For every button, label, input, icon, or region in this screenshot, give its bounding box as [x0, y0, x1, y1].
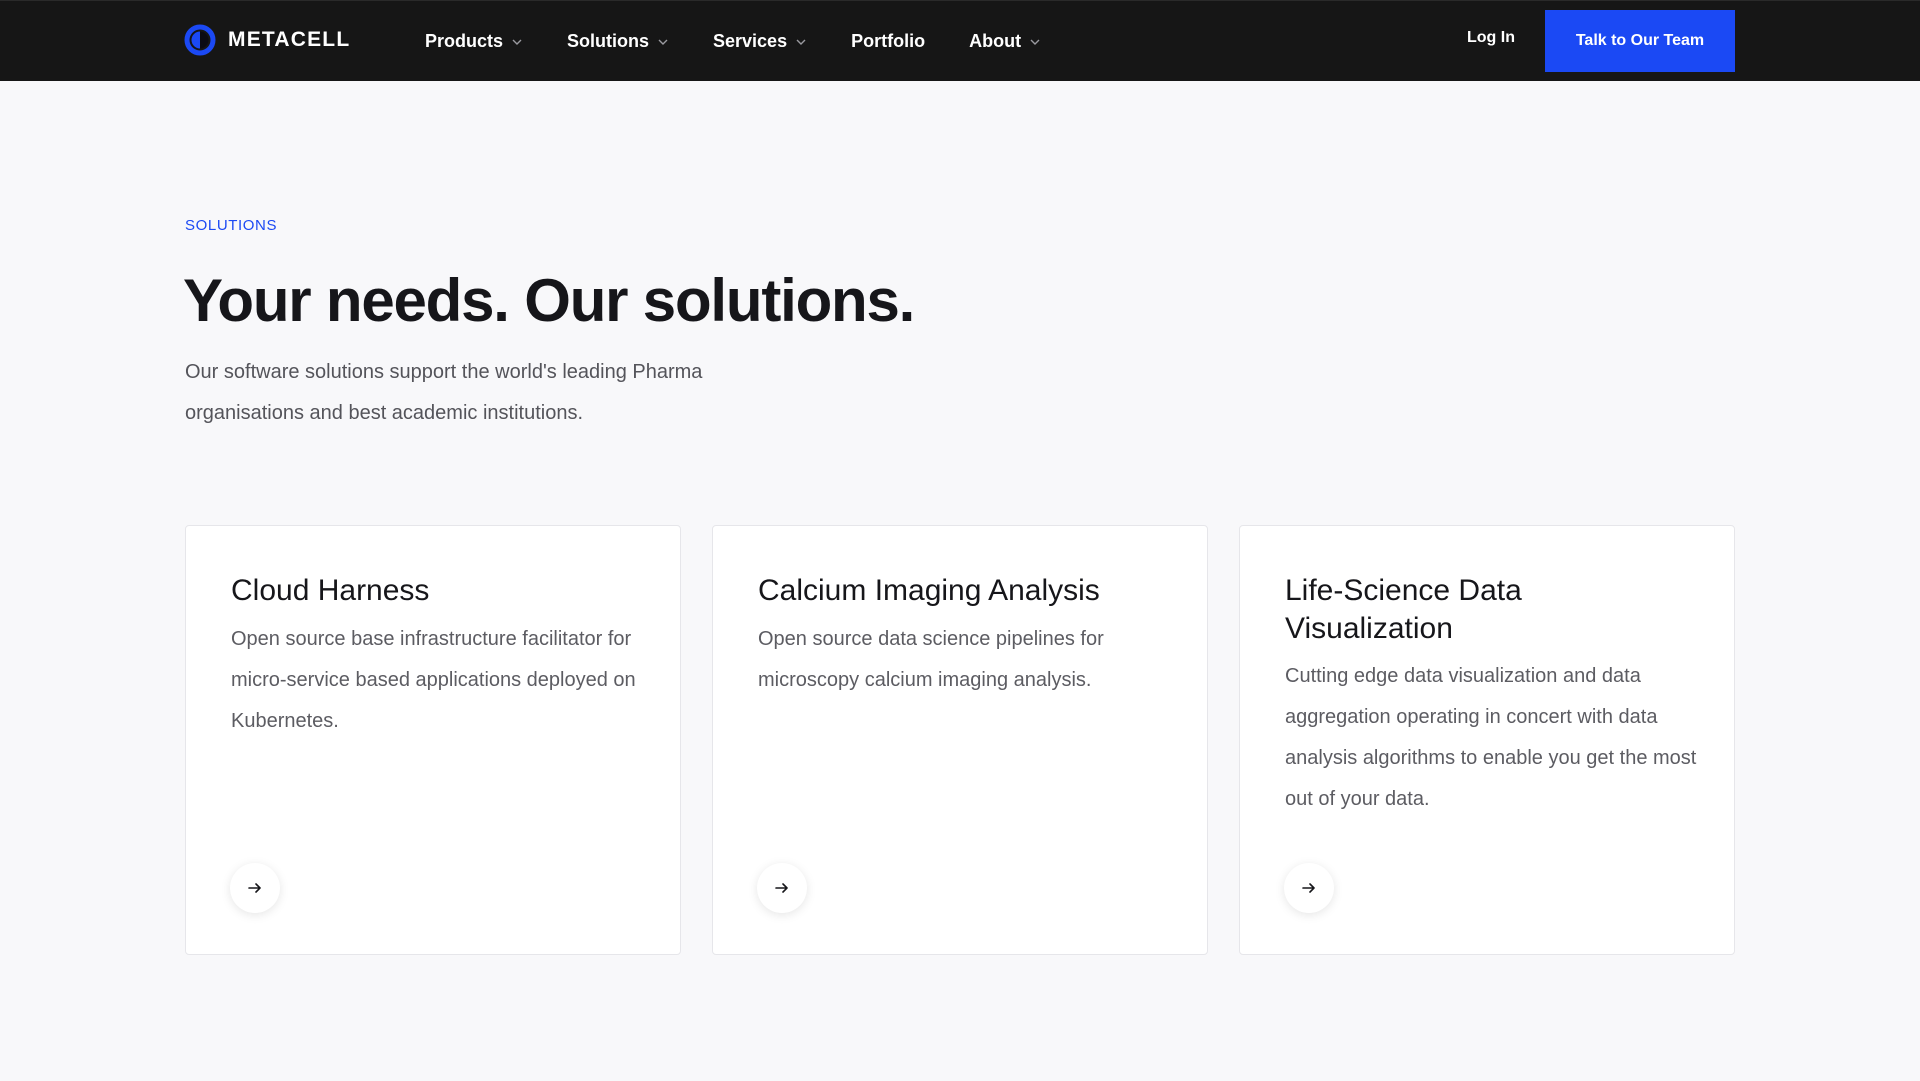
- chevron-down-icon: [796, 39, 806, 45]
- metacell-logo[interactable]: METACELL: [184, 23, 350, 57]
- card-description: Open source base infrastructure facilita…: [231, 628, 636, 732]
- nav-item-label: Products: [425, 31, 504, 51]
- arrow-right-icon: [248, 883, 261, 893]
- arrow-right-icon: [1302, 883, 1315, 893]
- login-link[interactable]: Log In: [1467, 29, 1515, 47]
- top-navigation-bar: METACELL Products Solutions Services Por…: [0, 0, 1920, 81]
- nav-item-about[interactable]: About: [969, 31, 1041, 52]
- chevron-down-icon: [658, 39, 668, 45]
- card-description: Open source data science pipelines for m…: [758, 628, 1104, 691]
- card-title: Life-Science Data Visualization: [1285, 574, 1522, 645]
- section-eyebrow: SOLUTIONS: [185, 217, 278, 234]
- chevron-down-icon: [1030, 39, 1040, 45]
- logo-wordmark: METACELL: [228, 28, 351, 51]
- talk-to-team-button[interactable]: Talk to Our Team: [1545, 10, 1735, 72]
- chevron-down-icon: [512, 39, 522, 45]
- card-description: Cutting edge data visualization and data…: [1285, 665, 1697, 810]
- arrow-right-icon: [775, 883, 788, 893]
- nav-item-services[interactable]: Services: [713, 31, 807, 52]
- nav-item-solutions[interactable]: Solutions: [567, 31, 669, 52]
- card-title: Cloud Harness: [231, 574, 430, 607]
- card-arrow-button[interactable]: [757, 863, 807, 913]
- intro-paragraph: Our software solutions support the world…: [185, 361, 703, 424]
- nav-item-label: Solutions: [567, 31, 650, 51]
- card-arrow-button[interactable]: [1284, 863, 1334, 913]
- solution-card-cloud-harness[interactable]: Cloud Harness Open source base infrastru…: [185, 525, 681, 955]
- card-title: Calcium Imaging Analysis: [758, 574, 1100, 607]
- nav-item-label: About: [969, 31, 1022, 51]
- main-nav: Products Solutions Services Portfolio Ab…: [425, 1, 1085, 82]
- metacell-logo-icon: [184, 24, 216, 56]
- nav-item-products[interactable]: Products: [425, 31, 523, 52]
- nav-item-label: Portfolio: [851, 31, 926, 51]
- card-arrow-button[interactable]: [230, 863, 280, 913]
- solution-card-data-visualization[interactable]: Life-Science Data Visualization Cutting …: [1239, 525, 1735, 955]
- solution-card-calcium-imaging[interactable]: Calcium Imaging Analysis Open source dat…: [712, 525, 1208, 955]
- nav-item-label: Services: [713, 31, 788, 51]
- page-title: Your needs. Our solutions.: [183, 267, 915, 334]
- nav-item-portfolio[interactable]: Portfolio: [851, 31, 925, 52]
